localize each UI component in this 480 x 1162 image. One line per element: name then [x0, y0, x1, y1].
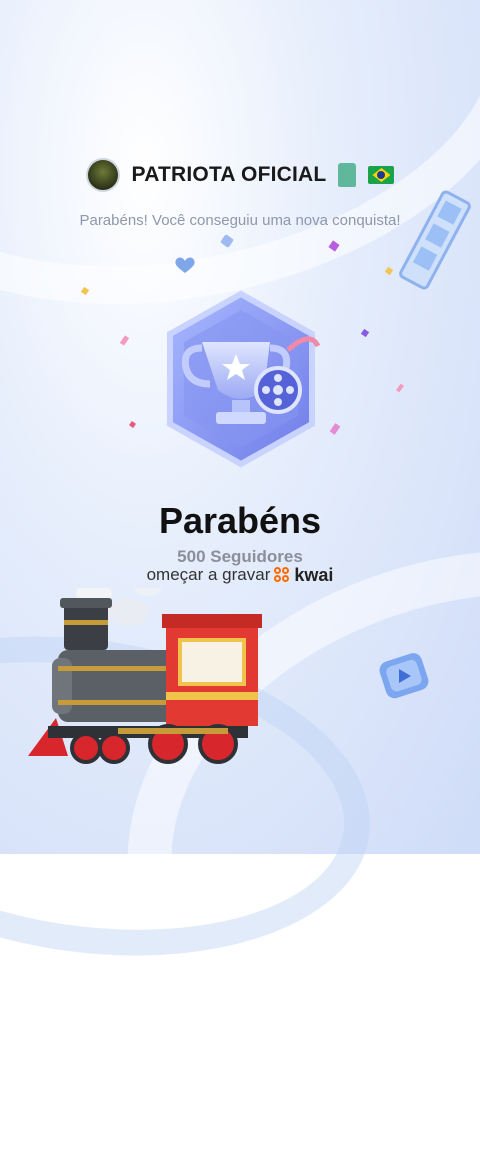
user-row: PATRIOTA OFICIAL	[0, 158, 480, 192]
kwai-brand: kwai	[294, 565, 334, 585]
kwai-logo-icon	[274, 567, 290, 583]
trophy-badge-icon	[167, 290, 321, 468]
record-text: omeçar a gravar	[146, 565, 271, 584]
followers-milestone: 500 Seguidores	[177, 547, 303, 566]
header: PATRIOTA OFICIAL Parabéns! Você consegui…	[0, 158, 480, 229]
record-prompt[interactable]: omeçar a gravar kwai	[0, 565, 480, 585]
steam-train-icon	[28, 588, 262, 764]
statue-of-liberty-icon	[338, 163, 357, 187]
achievement-subtitle: Parabéns! Você conseguiu uma nova conqui…	[79, 212, 401, 229]
avatar[interactable]	[85, 158, 120, 192]
brazil-flag-icon	[368, 166, 395, 184]
achievement-title: Parabéns	[158, 500, 322, 541]
heart-icon	[175, 257, 195, 273]
video-camera-icon	[379, 653, 429, 699]
achievement-info: 500 Seguidores omeçar a gravar kwai	[0, 547, 480, 585]
username[interactable]: PATRIOTA OFICIAL	[132, 163, 327, 187]
